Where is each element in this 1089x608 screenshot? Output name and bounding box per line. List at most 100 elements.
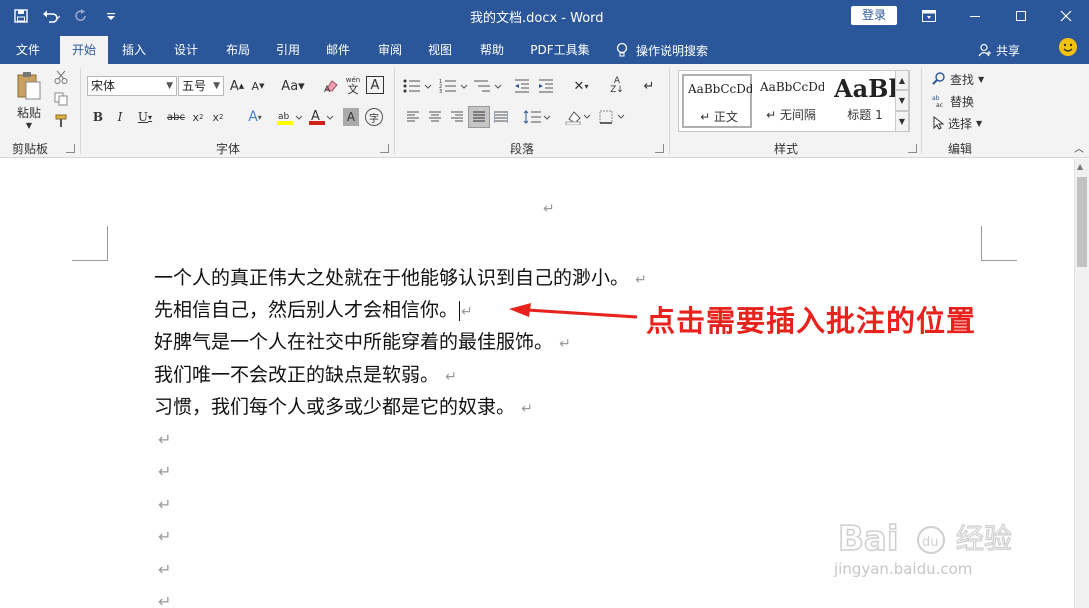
gallery-up-icon[interactable]: ▲ <box>895 70 909 90</box>
doc-paragraph[interactable]: 习惯，我们每个人或多或少都是它的奴隶。 ↵ <box>154 392 533 422</box>
tell-me-search[interactable]: 操作说明搜索 <box>616 36 708 64</box>
sort-icon[interactable]: A Z↓ <box>606 76 628 96</box>
find-button[interactable]: 查找 ▼ <box>932 70 994 88</box>
style-heading-1[interactable]: AaBl 标题 1 <box>830 74 900 128</box>
empty-paragraph-mark[interactable]: ↵ <box>158 457 171 487</box>
enclose-characters-icon[interactable]: 字 <box>365 108 383 126</box>
align-left-icon[interactable] <box>404 108 422 126</box>
doc-paragraph[interactable]: 先相信自己，然后别人才会相信你。 ↵ <box>154 295 473 325</box>
doc-paragraph[interactable]: 我们唯一不会改正的缺点是软弱。 ↵ <box>154 360 457 390</box>
copy-icon[interactable] <box>52 90 70 108</box>
tab-pdf-tools[interactable]: PDF工具集 <box>524 36 596 64</box>
tab-insert[interactable]: 插入 <box>112 36 156 64</box>
share-button[interactable]: 共享 <box>978 36 1020 64</box>
font-name-dropdown[interactable]: 宋体 ▼ <box>87 76 177 96</box>
underline-icon[interactable]: U ▾ <box>134 108 156 126</box>
tab-home[interactable]: 开始 <box>60 36 108 64</box>
margin-corner-top-left <box>72 226 108 261</box>
tab-design[interactable]: 设计 <box>164 36 208 64</box>
increase-indent-icon[interactable] <box>536 76 556 96</box>
bold-icon[interactable]: B <box>90 108 106 126</box>
tab-help[interactable]: 帮助 <box>470 36 514 64</box>
chinese-layout-icon[interactable]: ✕ ▾ <box>566 76 596 96</box>
empty-paragraph-mark[interactable]: ↵ <box>158 425 171 455</box>
clipboard-launcher-icon[interactable] <box>66 144 75 153</box>
distributed-icon[interactable] <box>492 108 510 126</box>
borders-icon[interactable] <box>598 108 628 126</box>
highlight-color-icon[interactable]: ab <box>274 108 304 126</box>
paste-icon[interactable] <box>14 70 44 102</box>
watermark-url: jingyan.baidu.com <box>834 560 973 578</box>
justify-icon[interactable] <box>468 106 490 128</box>
tab-references[interactable]: 引用 <box>266 36 310 64</box>
font-launcher-icon[interactable] <box>380 144 389 153</box>
phonetic-guide-icon[interactable]: wén 文 <box>344 74 362 96</box>
clear-formatting-icon[interactable]: A <box>322 76 340 96</box>
tab-review[interactable]: 审阅 <box>368 36 412 64</box>
tab-mailings[interactable]: 邮件 <box>316 36 360 64</box>
empty-paragraph-mark[interactable]: ↵ <box>158 522 171 552</box>
paragraph-text: 先相信自己，然后别人才会相信你。 <box>154 299 459 321</box>
font-size-dropdown[interactable]: 五号 ▼ <box>178 76 224 96</box>
superscript-icon[interactable]: x2 <box>210 108 226 126</box>
align-center-icon[interactable] <box>426 108 444 126</box>
line-spacing-icon[interactable] <box>522 108 552 126</box>
ribbon-display-options-icon[interactable] <box>906 0 952 32</box>
empty-paragraph-mark[interactable]: ↵ <box>158 490 171 520</box>
baidu-jingyan-watermark: Bai du 经验 jingyan.baidu.com <box>834 514 1036 584</box>
format-painter-icon[interactable] <box>52 112 70 130</box>
style-normal[interactable]: AaBbCcDd ↵ 正文 <box>682 74 752 128</box>
bullets-icon[interactable] <box>402 76 434 96</box>
maximize-icon[interactable] <box>998 0 1044 32</box>
align-right-icon[interactable] <box>448 108 466 126</box>
strikethrough-icon[interactable]: abc <box>166 108 186 126</box>
cut-icon[interactable] <box>52 68 70 86</box>
scroll-up-icon[interactable]: ▲ <box>1077 162 1083 171</box>
redo-icon[interactable] <box>68 4 94 28</box>
change-case-icon[interactable]: Aa▾ <box>279 76 307 96</box>
paste-dropdown-icon[interactable]: ▼ <box>22 120 36 130</box>
replace-label: 替换 <box>950 94 975 109</box>
scrollbar-thumb[interactable] <box>1077 177 1087 267</box>
tab-layout[interactable]: 布局 <box>216 36 260 64</box>
subscript-icon[interactable]: x2 <box>190 108 206 126</box>
close-icon[interactable] <box>1043 0 1089 32</box>
undo-icon[interactable] <box>38 4 64 28</box>
shrink-font-icon[interactable]: A ▼ <box>250 76 266 96</box>
select-button[interactable]: 选择 ▼ <box>932 114 994 132</box>
gallery-more-icon[interactable]: ▼ <box>895 111 909 132</box>
tab-file[interactable]: 文件 <box>6 36 50 64</box>
tab-view[interactable]: 视图 <box>418 36 462 64</box>
paragraph-launcher-icon[interactable] <box>655 144 664 153</box>
style-no-spacing[interactable]: AaBbCcDd ↵ 无间隔 <box>756 74 826 128</box>
character-border-icon[interactable]: A <box>366 76 384 94</box>
style-name: ↵ 正文 <box>700 110 738 124</box>
gallery-down-icon[interactable]: ▼ <box>895 90 909 111</box>
doc-paragraph[interactable]: 好脾气是一个人在社交中所能穿着的最佳服饰。 ↵ <box>154 327 571 357</box>
decrease-indent-icon[interactable] <box>512 76 532 96</box>
shading-icon[interactable] <box>564 108 594 126</box>
customize-toolbar-icon[interactable] <box>98 4 124 28</box>
italic-icon[interactable]: I <box>112 108 128 126</box>
styles-launcher-icon[interactable] <box>908 144 917 153</box>
show-marks-icon[interactable]: ↵ <box>640 76 658 96</box>
save-icon[interactable] <box>8 4 34 28</box>
empty-paragraph-mark[interactable]: ↵ <box>158 555 171 585</box>
paragraph-mark: ↵ <box>635 272 647 288</box>
login-button[interactable]: 登录 <box>851 6 897 25</box>
character-shading-icon[interactable]: A <box>343 108 359 126</box>
paragraph-group-label: 段落 <box>510 142 535 156</box>
empty-paragraph-mark[interactable]: ↵ <box>158 587 171 608</box>
text-effects-icon[interactable]: A ▾ <box>242 108 268 126</box>
grow-font-icon[interactable]: A ▲ <box>229 76 245 96</box>
feedback-smiley-icon[interactable] <box>1059 38 1077 56</box>
replace-button[interactable]: ab ac 替换 <box>932 92 994 110</box>
multilevel-list-icon[interactable] <box>472 76 504 96</box>
paste-label[interactable]: 粘贴 <box>14 104 44 120</box>
font-color-icon[interactable]: A <box>308 108 334 126</box>
collapse-ribbon-icon[interactable]: ︿ <box>1072 140 1086 155</box>
doc-paragraph[interactable]: 一个人的真正伟大之处就在于他能够认识到自己的渺小。 ↵ <box>154 263 647 293</box>
vertical-scrollbar[interactable]: ▲ <box>1074 159 1089 608</box>
numbering-icon[interactable]: 123 <box>438 76 470 96</box>
minimize-icon[interactable] <box>952 0 998 32</box>
